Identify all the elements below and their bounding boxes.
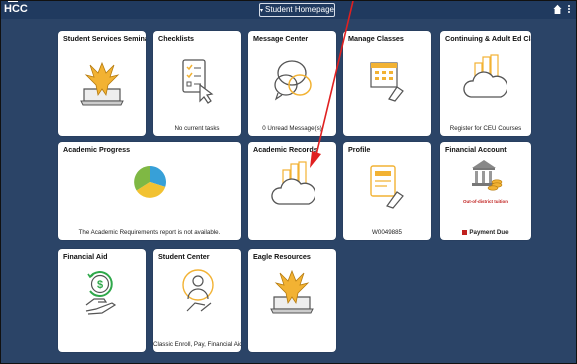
- id-card-hand-icon: [370, 165, 404, 209]
- tile-title: Financial Aid: [63, 252, 108, 261]
- tile-eagle-resources[interactable]: Eagle Resources: [248, 249, 336, 352]
- tile-academic-progress[interactable]: Academic Progress The Academic Requireme…: [58, 142, 241, 240]
- person-gear-icon: [182, 269, 214, 312]
- bank-coins-icon: [472, 160, 503, 191]
- tile-subtitle: Classic Enroll, Pay, Financial Aid etc: [153, 341, 241, 348]
- more-vertical-icon[interactable]: [567, 4, 571, 16]
- tile-title: Financial Account: [445, 145, 507, 154]
- tile-student-center[interactable]: Student Center Classic Enroll, Pay, Fina…: [153, 249, 241, 352]
- tile-manage-classes[interactable]: Manage Classes: [343, 31, 431, 136]
- alert-icon: [462, 229, 468, 235]
- tile-subtitle: Payment Due: [440, 229, 531, 236]
- tile-title: Profile: [348, 145, 371, 154]
- tile-title: Student Services Seminar: [63, 34, 146, 43]
- tile-title: Message Center: [253, 34, 309, 43]
- tuition-badge: Out-of-district tuition: [463, 199, 508, 204]
- tile-subtitle: Register for CEU Courses: [449, 125, 522, 132]
- unread-count: 0 Unread Message(s): [262, 125, 322, 132]
- eagle-laptop-icon: [270, 269, 314, 314]
- home-icon[interactable]: [553, 4, 562, 15]
- tile-subtitle: W0049885: [372, 229, 402, 236]
- svg-text:$: $: [97, 279, 103, 291]
- tile-subtitle: No current tasks: [174, 125, 220, 132]
- cloud-buildings-icon: [463, 54, 507, 98]
- tile-financial-account[interactable]: Financial Account Out-of-district tuitio…: [440, 142, 531, 240]
- tile-student-services-seminar[interactable]: Student Services Seminar: [58, 31, 146, 136]
- tile-title: Eagle Resources: [253, 252, 311, 261]
- payment-due-text: Payment Due: [469, 229, 509, 236]
- checklist-cursor-icon: [182, 59, 214, 104]
- chevron-down-icon: ▾: [260, 8, 264, 14]
- tile-title: Student Center: [158, 252, 210, 261]
- tile-financial-aid[interactable]: Financial Aid $: [58, 249, 146, 352]
- tile-title: Academic Progress: [63, 145, 131, 154]
- page-frame: HCC ▾ Student Homepage Student Services S…: [0, 0, 577, 364]
- tile-academic-records[interactable]: Academic Records: [248, 142, 336, 240]
- homepage-selector[interactable]: ▾ Student Homepage: [259, 3, 335, 17]
- calendar-hand-icon: [370, 62, 404, 102]
- pie-chart-icon: [134, 166, 166, 198]
- top-banner: HCC ▾ Student Homepage: [1, 1, 576, 19]
- tile-title: Checklists: [158, 34, 194, 43]
- tile-checklists[interactable]: Checklists No current tasks: [153, 31, 241, 136]
- tile-profile[interactable]: Profile W0049885: [343, 142, 431, 240]
- tile-title: Manage Classes: [348, 34, 404, 43]
- tile-subtitle: ​0 Unread Message(s): [248, 125, 336, 132]
- chat-bubbles-icon: [274, 60, 312, 101]
- tile-message-center[interactable]: Message Center ​0 Unread Message(s): [248, 31, 336, 136]
- dollar-hand-icon: $: [85, 271, 117, 315]
- tile-continuing-adult-ed[interactable]: Continuing & Adult Ed Classes Register f…: [440, 31, 531, 136]
- eagle-laptop-icon: [80, 61, 124, 106]
- page-title: Student Homepage: [265, 5, 334, 14]
- tile-title: Continuing & Adult Ed Classes: [445, 34, 531, 43]
- tile-subtitle: The Academic Requirements report is not …: [78, 229, 221, 236]
- mortarboard-icon: [8, 1, 18, 3]
- tile-title: Academic Records: [253, 145, 318, 154]
- hcc-logo[interactable]: HCC: [4, 1, 28, 15]
- cloud-buildings-icon: [271, 161, 315, 205]
- logo-text: HCC: [4, 3, 28, 15]
